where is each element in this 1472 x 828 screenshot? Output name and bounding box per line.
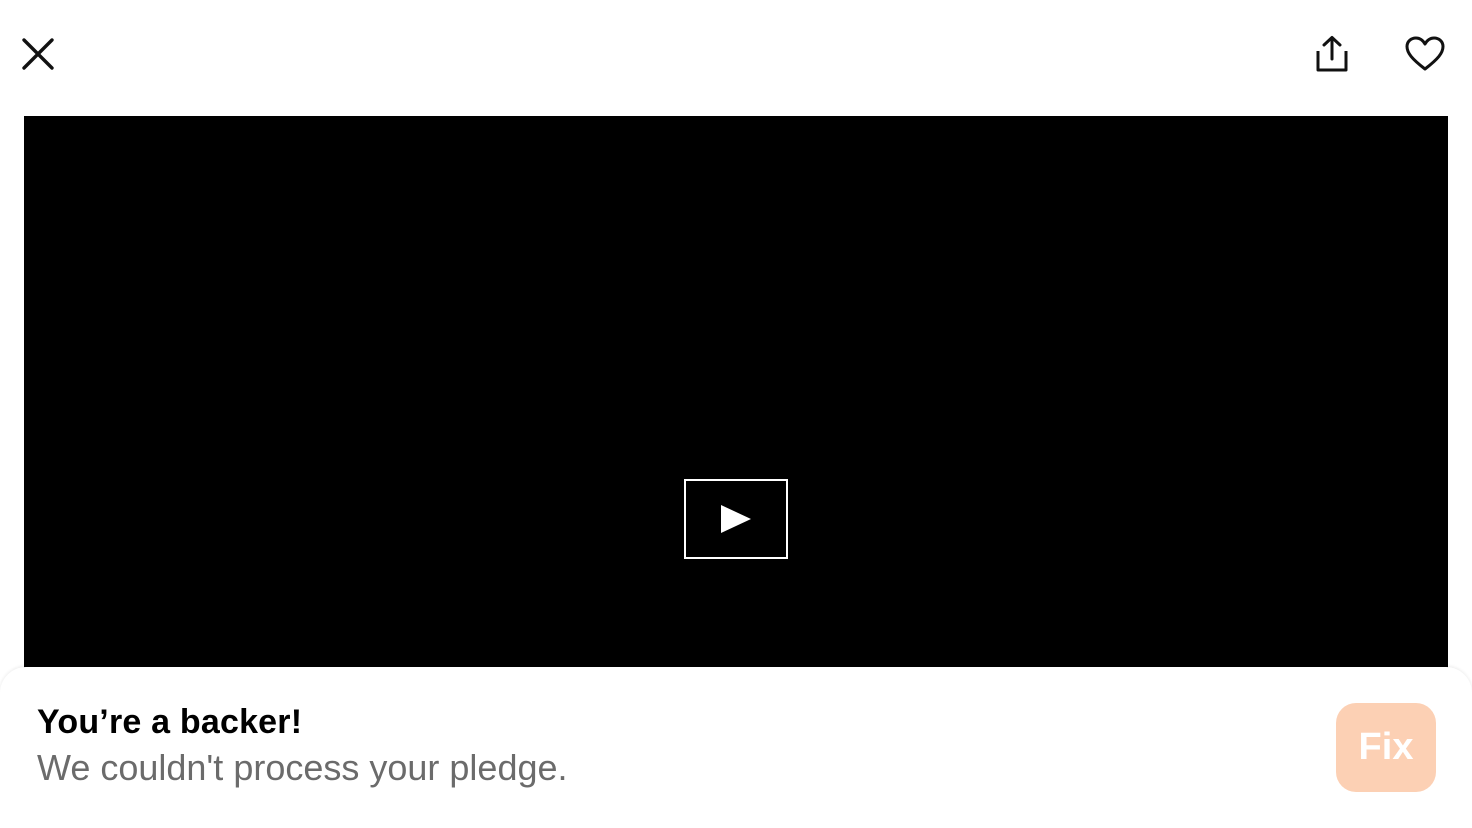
banner-subtitle: We couldn't process your pledge. [37,747,568,788]
pledge-error-banner: You’re a backer! We couldn't process you… [0,667,1472,828]
share-button[interactable] [1306,30,1358,78]
share-icon [1316,36,1348,72]
favorite-button[interactable] [1398,28,1452,80]
close-button[interactable] [14,30,62,78]
banner-title: You’re a backer! [37,703,303,741]
top-nav-bar [0,0,1472,110]
heart-icon [1405,36,1445,71]
project-video[interactable] [24,116,1448,676]
fix-button[interactable]: Fix [1336,703,1436,792]
play-icon [721,505,751,533]
play-button[interactable] [684,479,788,559]
project-page: You’re a backer! We couldn't process you… [0,0,1472,828]
close-icon [22,38,54,70]
